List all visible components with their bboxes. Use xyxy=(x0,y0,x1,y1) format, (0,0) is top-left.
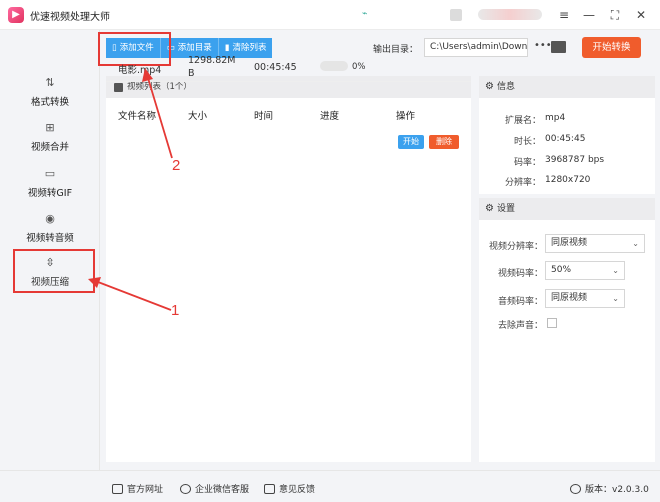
format-convert-icon: ⇅ xyxy=(45,76,55,89)
blurred-account-area xyxy=(478,9,542,20)
info-resolution-value: 1280x720 xyxy=(545,175,591,185)
close-icon[interactable]: ✕ xyxy=(632,6,650,24)
fullscreen-icon[interactable]: ⛶ xyxy=(606,6,624,24)
file-size: 1298.82M xyxy=(188,55,236,66)
title-bar: ▶ 优速视频处理大师 ⌁ ≡ — ⛶ ✕ xyxy=(0,0,660,30)
gear-icon: ⚙ xyxy=(485,81,494,92)
info-bitrate-label: 码率： xyxy=(513,158,541,168)
row-delete-button[interactable]: 删除 xyxy=(429,135,459,149)
info-panel: ⚙ 信息 扩展名： mp4 时长： 00:45:45 码率： 3968787 b… xyxy=(479,76,655,194)
progress-bar xyxy=(320,61,348,71)
merge-icon: ⊞ xyxy=(45,121,55,134)
wechat-support-link[interactable]: 企业微信客服 xyxy=(180,482,249,495)
sidebar-item-audio[interactable]: ◉ 视频转音频 xyxy=(12,212,88,252)
chevron-down-icon: ⌄ xyxy=(612,294,619,303)
video-bitrate-select[interactable]: 50% ⌄ xyxy=(545,261,625,280)
chevron-down-icon: ⌄ xyxy=(632,239,639,248)
gear-icon: ⚙ xyxy=(485,203,494,214)
info-ext-value: mp4 xyxy=(545,113,566,123)
settings-panel: ⚙ 设置 视频分辨率： 同原视频 ⌄ 视频码率： 50% ⌄ 音频码率： 同原视… xyxy=(479,198,655,462)
sidebar-item-gif[interactable]: ▭ 视频转GIF xyxy=(12,167,88,207)
sidebar-item-format-convert[interactable]: ⇅ 格式转换 xyxy=(12,76,88,116)
info-header: ⚙ 信息 xyxy=(479,76,655,98)
file-duration: 00:45:45 xyxy=(254,62,297,73)
open-folder-icon[interactable] xyxy=(551,41,566,53)
mute-label: 去除声音： xyxy=(497,321,543,331)
column-size: 大小 xyxy=(188,111,208,122)
column-time: 时间 xyxy=(254,111,274,122)
progress-text: 0% xyxy=(352,62,366,72)
audio-bitrate-select[interactable]: 同原视频 ⌄ xyxy=(545,289,625,308)
resolution-label: 视频分辨率： xyxy=(488,242,543,252)
info-resolution-label: 分辨率： xyxy=(504,178,541,188)
feedback-icon xyxy=(264,483,275,494)
list-icon xyxy=(114,82,123,92)
sidebar-item-merge[interactable]: ⊞ 视频合并 xyxy=(12,121,88,161)
footer: 官方网址 企业微信客服 意见反馈 版本：v2.0.3.0 xyxy=(0,470,660,502)
video-bitrate-label: 视频码率： xyxy=(497,269,543,279)
refresh-icon xyxy=(570,483,581,494)
audio-bitrate-label: 音频码率： xyxy=(497,297,543,307)
video-list-panel: 视频列表（1个） 文件名称 大小 时间 进度 操作 xyxy=(106,76,471,462)
column-progress: 进度 xyxy=(320,111,340,122)
sidebar-item-label: 视频转音频 xyxy=(26,233,74,244)
table-row[interactable]: 电影.mp4 1298.82M B 00:45:45 0% xyxy=(106,52,471,82)
settings-header: ⚙ 设置 xyxy=(479,198,655,220)
blurred-avatar-icon xyxy=(450,9,462,21)
gif-icon: ▭ xyxy=(44,167,56,180)
sidebar-item-label: 格式转换 xyxy=(30,97,69,108)
annotation-highlight-compress xyxy=(13,249,95,293)
blurred-status-icon: ⌁ xyxy=(362,9,368,19)
row-start-button[interactable]: 开始 xyxy=(398,135,424,149)
app-title: 优速视频处理大师 xyxy=(30,12,110,23)
website-link[interactable]: 官方网址 xyxy=(112,482,163,495)
more-options-icon[interactable]: ••• xyxy=(534,40,552,51)
menu-icon[interactable]: ≡ xyxy=(555,6,573,24)
info-bitrate-value: 3968787 bps xyxy=(545,155,605,165)
sidebar-item-label: 视频转GIF xyxy=(27,188,73,199)
info-ext-label: 扩展名： xyxy=(504,116,541,126)
website-icon xyxy=(112,483,123,494)
chevron-down-icon: ⌄ xyxy=(612,266,619,275)
mute-checkbox[interactable] xyxy=(547,318,557,328)
file-size-unit: B xyxy=(188,68,195,79)
version-info: 版本：v2.0.3.0 xyxy=(570,482,649,495)
info-duration-value: 00:45:45 xyxy=(545,134,586,144)
start-convert-button[interactable]: 开始转换 xyxy=(582,37,641,58)
audio-icon: ◉ xyxy=(45,212,55,225)
wechat-icon xyxy=(180,483,191,494)
minimize-icon[interactable]: — xyxy=(580,6,598,24)
resolution-select[interactable]: 同原视频 ⌄ xyxy=(545,234,645,253)
feedback-link[interactable]: 意见反馈 xyxy=(264,482,315,495)
app-logo-icon: ▶ xyxy=(8,7,24,23)
column-name: 文件名称 xyxy=(118,111,157,122)
info-duration-label: 时长： xyxy=(513,137,541,147)
annotation-number-1: 1 xyxy=(171,302,180,319)
sidebar-item-label: 视频合并 xyxy=(30,142,69,153)
column-actions: 操作 xyxy=(396,111,416,122)
file-name: 电影.mp4 xyxy=(118,65,162,76)
annotation-number-2: 2 xyxy=(172,157,181,174)
